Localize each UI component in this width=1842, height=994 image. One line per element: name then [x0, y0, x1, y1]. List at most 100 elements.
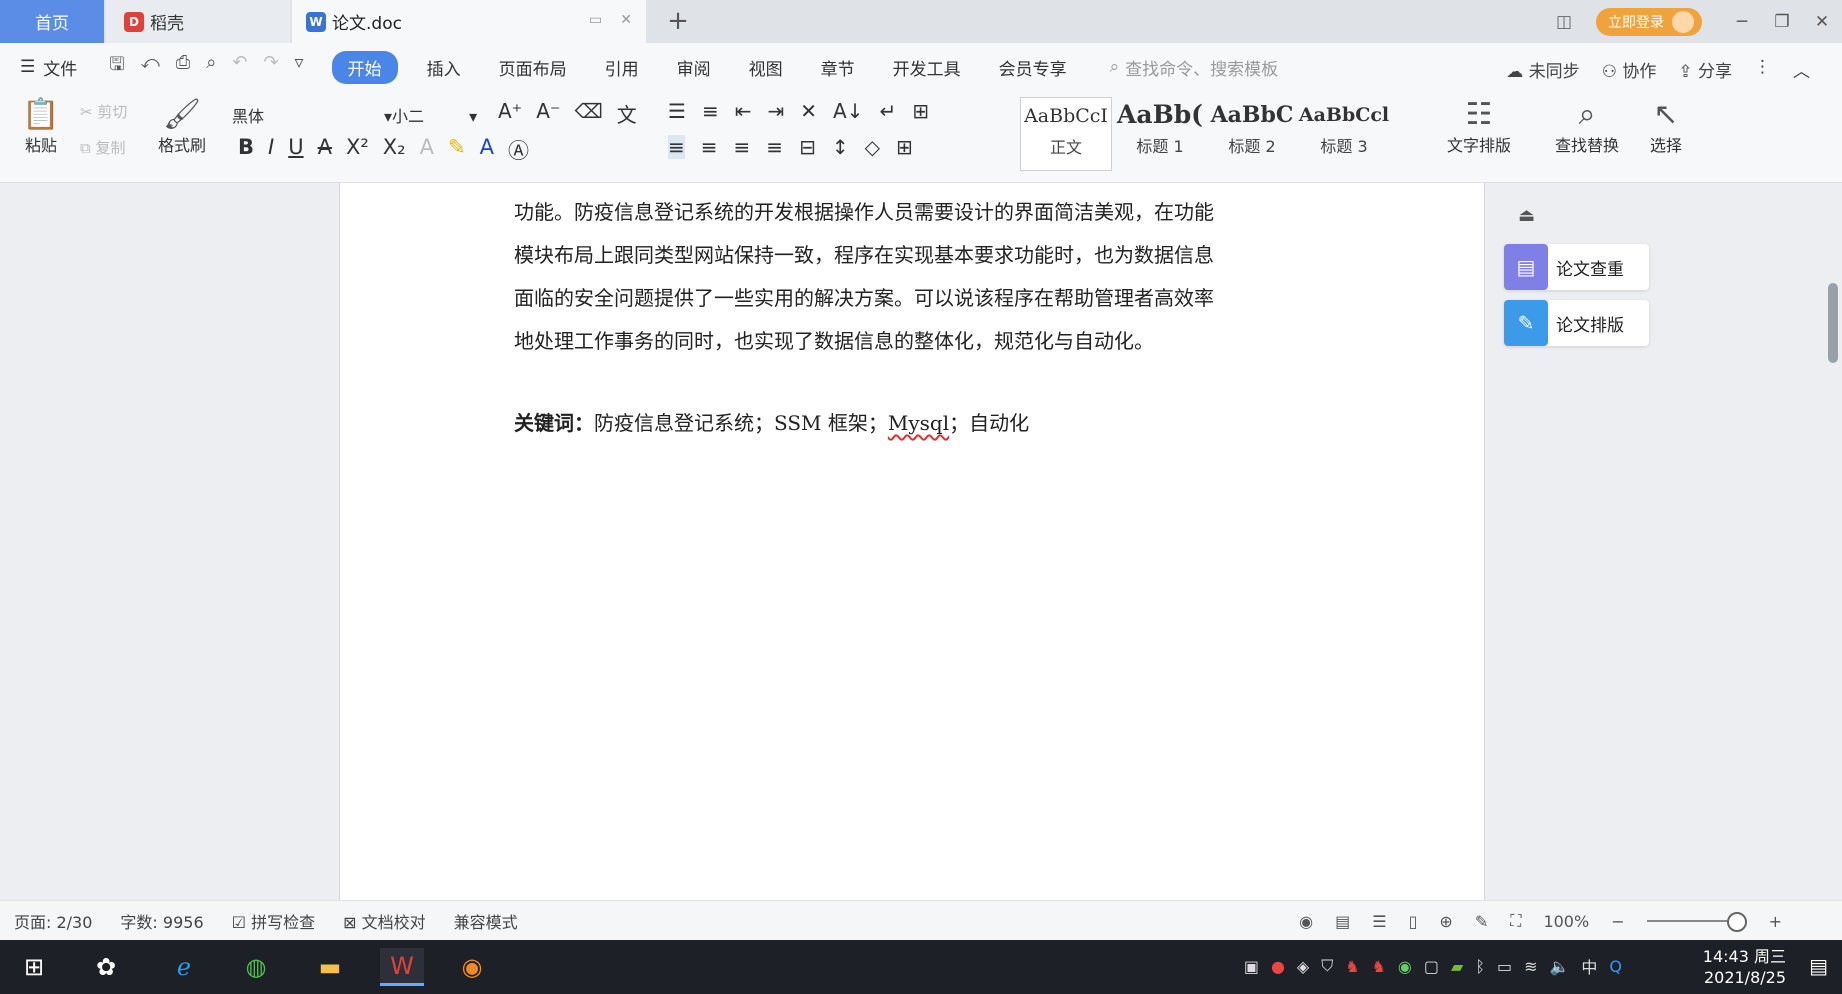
file-explorer-icon[interactable]: ▬: [310, 948, 350, 986]
clear-format-icon[interactable]: ⌫: [575, 99, 603, 128]
write-mode-icon[interactable]: ✎: [1475, 912, 1488, 931]
collaborate-button[interactable]: ⚇ 协作: [1602, 57, 1657, 82]
green-browser-icon[interactable]: ◍: [236, 948, 276, 986]
shield-icon[interactable]: ⛉: [1321, 956, 1333, 976]
pin-tab-icon[interactable]: ▭: [589, 12, 602, 28]
redo-icon[interactable]: ↷: [263, 52, 278, 82]
find-replace-button[interactable]: ⌕ 查找替换: [1544, 97, 1630, 156]
tab-view[interactable]: 视图: [730, 55, 802, 80]
tab-review[interactable]: 审阅: [658, 55, 730, 80]
text-layout-button[interactable]: ☷ 文字排版: [1436, 97, 1522, 156]
web-view-icon[interactable]: ⊕: [1439, 912, 1452, 931]
highlight-icon[interactable]: ✎: [448, 135, 466, 165]
char-border-icon[interactable]: Ⓐ: [508, 135, 529, 165]
tab-developer[interactable]: 开发工具: [874, 55, 980, 80]
zoom-out-icon[interactable]: −: [1611, 912, 1624, 931]
tray-app-icon[interactable]: ▣: [1244, 957, 1259, 976]
tab-home[interactable]: 首页: [0, 0, 104, 43]
copy-button[interactable]: ⧉ 复制: [80, 137, 126, 158]
grow-font-icon[interactable]: A⁺: [498, 99, 522, 128]
print-icon[interactable]: ⎙: [176, 52, 190, 82]
tray-app-icon[interactable]: ♞: [1372, 957, 1386, 976]
style-heading-2[interactable]: AaBbC 标题 2: [1206, 97, 1298, 171]
nvidia-icon[interactable]: ▰: [1451, 957, 1463, 976]
login-button[interactable]: 立即登录: [1596, 7, 1702, 36]
vertical-scrollbar[interactable]: [1820, 183, 1842, 900]
bold-icon[interactable]: B: [238, 135, 254, 165]
tray-app-icon[interactable]: ◉: [1398, 957, 1412, 976]
paste-button[interactable]: 📋 粘贴: [18, 97, 64, 156]
paper-layout-button[interactable]: ✎ 论文排版: [1504, 300, 1649, 346]
misspelled-word[interactable]: Mysql: [888, 411, 949, 435]
borders-icon[interactable]: ⊞: [896, 135, 913, 159]
font-color-icon[interactable]: A: [480, 135, 494, 165]
tab-start[interactable]: 开始: [331, 50, 398, 84]
justify-icon[interactable]: ≡: [766, 135, 783, 159]
select-button[interactable]: ↖ 选择: [1640, 97, 1692, 156]
close-window-icon[interactable]: ✕: [1802, 12, 1842, 32]
format-painter-button[interactable]: 🖌 格式刷: [154, 97, 210, 156]
tray-app-icon[interactable]: ♞: [1345, 957, 1359, 976]
qq-icon[interactable]: Q: [1609, 957, 1622, 976]
new-tab-button[interactable]: +: [664, 6, 692, 36]
word-count[interactable]: 字数: 9956: [120, 909, 203, 933]
outline-view-icon[interactable]: ☰: [1372, 912, 1386, 931]
bluetooth-icon[interactable]: ᛒ: [1475, 957, 1485, 976]
close-tab-icon[interactable]: ✕: [620, 12, 632, 28]
export-pdf-icon[interactable]: ⤺: [141, 52, 160, 82]
tab-page-layout[interactable]: 页面布局: [480, 55, 586, 80]
tab-member[interactable]: 会员专享: [980, 55, 1086, 80]
more-icon[interactable]: ⋮: [1754, 57, 1771, 82]
fit-page-icon[interactable]: ⛶: [1510, 911, 1521, 931]
numbering-icon[interactable]: ≡: [702, 99, 719, 123]
tray-app-icon[interactable]: ●: [1271, 957, 1285, 976]
app-orange-icon[interactable]: ◉: [452, 948, 492, 986]
scrollbar-thumb[interactable]: [1828, 283, 1838, 363]
subscript-icon[interactable]: X₂: [383, 135, 406, 165]
strikethrough-icon[interactable]: A: [318, 135, 332, 165]
page-view-icon[interactable]: ▤: [1335, 912, 1350, 931]
decrease-indent-icon[interactable]: ⇤: [735, 99, 752, 123]
volume-icon[interactable]: 🔈: [1549, 957, 1569, 976]
battery-icon[interactable]: ▭: [1497, 957, 1512, 976]
text-effect-icon[interactable]: A: [420, 135, 434, 165]
wps-taskbar-icon[interactable]: W: [380, 948, 424, 986]
superscript-icon[interactable]: X²: [346, 135, 369, 165]
cut-button[interactable]: ✂ 剪切: [80, 101, 127, 122]
panel-collapse-icon[interactable]: ⏏: [1518, 205, 1654, 226]
distributed-icon[interactable]: ⊟: [799, 135, 816, 159]
chinese-layout-icon[interactable]: ✕: [800, 99, 817, 123]
eye-protection-icon[interactable]: ◉: [1299, 912, 1313, 931]
tab-insert[interactable]: 插入: [408, 55, 480, 80]
doc-proofread-button[interactable]: ⊠ 文档校对: [343, 909, 426, 933]
page-indicator[interactable]: 页面: 2/30: [14, 909, 92, 933]
wifi-icon[interactable]: ≋: [1524, 957, 1537, 976]
underline-icon[interactable]: U: [288, 135, 303, 165]
align-right-icon[interactable]: ≡: [734, 135, 751, 159]
spell-check-toggle[interactable]: ☑ 拼写检查: [232, 909, 315, 933]
phonetic-icon[interactable]: 文: [617, 99, 637, 128]
bullets-icon[interactable]: ☰: [668, 99, 686, 123]
minimize-icon[interactable]: ─: [1722, 12, 1762, 32]
style-heading-1[interactable]: AaBb( 标题 1: [1114, 97, 1206, 171]
align-center-icon[interactable]: ≡: [701, 135, 718, 159]
zoom-level[interactable]: 100%: [1543, 912, 1589, 931]
shading-icon[interactable]: ◇: [865, 135, 880, 159]
increase-indent-icon[interactable]: ⇥: [767, 99, 784, 123]
tray-app-icon[interactable]: ▢: [1424, 957, 1439, 976]
notification-center-icon[interactable]: ▤: [1809, 954, 1828, 978]
ime-indicator[interactable]: 中: [1581, 954, 1597, 978]
sync-button[interactable]: ☁ 未同步: [1506, 57, 1579, 82]
tab-daoke[interactable]: D 稻壳: [106, 0, 290, 43]
reading-view-icon[interactable]: ▯: [1409, 912, 1418, 931]
table-tools-icon[interactable]: ⊞: [912, 99, 929, 123]
zoom-in-icon[interactable]: +: [1769, 912, 1782, 931]
print-preview-icon[interactable]: ⌕: [206, 52, 216, 82]
paper-check-button[interactable]: ▤ 论文查重: [1504, 244, 1649, 290]
italic-icon[interactable]: I: [268, 135, 274, 165]
document-page[interactable]: 功能。防疫信息登记系统的开发根据操作人员需要设计的界面简洁美观，在功能 模块布局…: [339, 183, 1485, 900]
customize-dropdown-icon[interactable]: ▿: [295, 52, 304, 82]
style-heading-3[interactable]: AaBbCcl 标题 3: [1298, 97, 1390, 171]
file-menu[interactable]: ☰ 文件: [20, 55, 77, 80]
share-button[interactable]: ⇪ 分享: [1678, 57, 1732, 82]
